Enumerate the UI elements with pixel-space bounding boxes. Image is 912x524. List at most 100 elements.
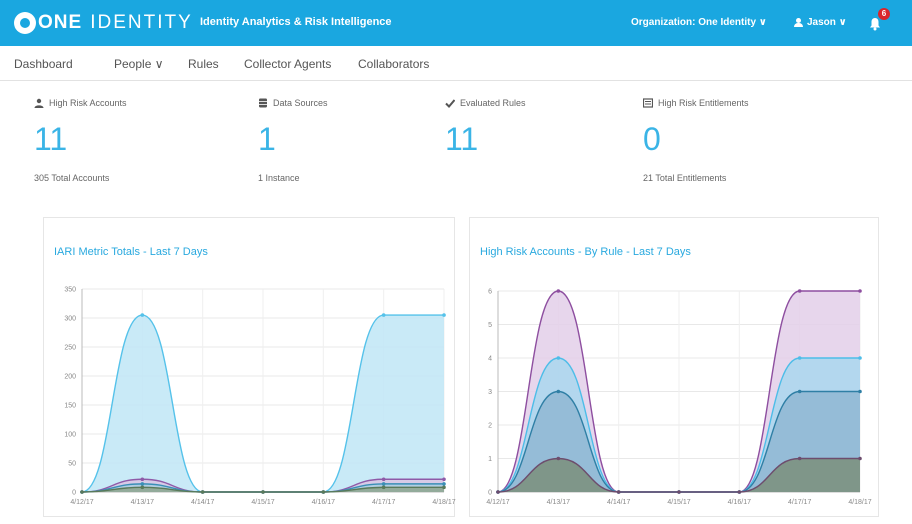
x-tick-label: 4/14/17: [607, 499, 630, 506]
data-point: [442, 313, 446, 317]
data-point: [442, 485, 446, 490]
user-menu[interactable]: Jason ∨: [794, 17, 847, 28]
data-point: [858, 389, 862, 394]
x-tick-label: 4/15/17: [251, 499, 274, 506]
data-point: [261, 490, 265, 494]
data-point: [737, 490, 742, 494]
stat-data-sources: Data Sources 1 1 Instance: [258, 96, 438, 183]
x-tick-label: 4/17/17: [372, 499, 395, 506]
stat-subtext: 21 Total Entitlements: [643, 173, 727, 183]
data-point: [858, 456, 862, 461]
stat-value: 11: [34, 121, 68, 157]
y-tick-label: 250: [64, 345, 76, 352]
nav-people[interactable]: People ∨: [114, 57, 163, 71]
data-point: [677, 490, 681, 494]
high-risk-accounts-by-rule-chart: 0 1 2 3 4 5 6 4/12/17 4/13/17 4/14/17 4/15/17 4/16/…: [486, 289, 871, 507]
y-tick-label: 150: [64, 403, 76, 410]
y-tick-label: 100: [64, 432, 76, 439]
top-header-bar: ONE IDENTITY Identity Analytics & Risk I…: [0, 0, 912, 46]
data-point: [200, 490, 205, 494]
data-point: [797, 389, 802, 394]
stat-evaluated-rules: Evaluated Rules 11: [445, 96, 625, 173]
stat-subtext: 1 Instance: [258, 173, 300, 183]
data-point: [381, 313, 386, 317]
one-identity-logo[interactable]: ONE IDENTITY: [14, 11, 193, 35]
data-point: [496, 490, 500, 494]
high-risk-accounts-by-rule-panel: High Risk Accounts - By Rule - Last 7 Da…: [469, 217, 879, 517]
data-point: [858, 289, 862, 293]
data-point: [321, 490, 326, 494]
x-tick-label: 4/17/17: [788, 499, 811, 506]
stat-subtext: 305 Total Accounts: [34, 173, 110, 183]
x-tick-label: 4/12/17: [486, 499, 509, 506]
list-icon: [643, 98, 653, 108]
data-point: [140, 482, 145, 486]
y-tick-label: 2: [488, 423, 492, 430]
data-point: [797, 456, 802, 461]
nav-collector-agents[interactable]: Collector Agents: [244, 57, 331, 71]
data-point: [797, 289, 802, 293]
data-point: [858, 356, 862, 360]
logo-mark-icon: [14, 12, 36, 34]
data-point: [381, 482, 386, 486]
y-tick-label: 350: [64, 287, 76, 294]
x-tick-label: 4/16/17: [728, 499, 751, 506]
x-tick-label: 4/18/17: [848, 499, 871, 506]
y-tick-label: 3: [488, 389, 492, 396]
stat-high-risk-accounts: High Risk Accounts 11 305 Total Accounts: [34, 96, 214, 183]
data-point: [556, 356, 561, 360]
app-title: Identity Analytics & Risk Intelligence: [200, 16, 392, 28]
y-tick-label: 50: [68, 461, 76, 468]
data-point: [556, 456, 561, 461]
data-point: [80, 490, 84, 494]
data-point: [556, 289, 561, 293]
x-tick-label: 4/15/17: [667, 499, 690, 506]
x-tick-label: 4/13/17: [547, 499, 570, 506]
main-nav: Dashboard People ∨ Rules Collector Agent…: [0, 46, 912, 81]
data-point: [140, 485, 145, 490]
user-icon: [34, 98, 44, 108]
y-tick-label: 4: [488, 356, 492, 363]
data-point: [140, 313, 145, 317]
stat-value: 1: [258, 121, 276, 157]
y-tick-label: 0: [72, 490, 76, 497]
organization-dropdown[interactable]: Organization: One Identity ∨: [631, 17, 767, 28]
x-tick-label: 4/14/17: [191, 499, 214, 506]
data-point: [442, 482, 446, 486]
stat-high-risk-entitlements: High Risk Entitlements 0 21 Total Entitl…: [643, 96, 823, 183]
data-point: [381, 485, 386, 490]
nav-rules[interactable]: Rules: [188, 57, 219, 71]
data-point: [140, 477, 145, 482]
data-point: [797, 356, 802, 360]
x-tick-label: 4/18/17: [432, 499, 455, 506]
data-point: [381, 477, 386, 482]
y-tick-label: 1: [488, 456, 492, 463]
x-tick-label: 4/12/17: [70, 499, 93, 506]
stat-label: High Risk Accounts: [49, 98, 127, 108]
x-tick-label: 4/16/17: [312, 499, 335, 506]
check-icon: [445, 99, 455, 108]
stat-label: Evaluated Rules: [460, 98, 526, 108]
logo-one-text: ONE: [38, 12, 83, 33]
data-point: [556, 389, 561, 394]
user-icon: [794, 18, 803, 27]
data-point: [442, 477, 446, 482]
nav-collaborators[interactable]: Collaborators: [358, 57, 429, 71]
data-point: [616, 490, 621, 494]
notification-badge: 6: [878, 8, 890, 20]
y-tick-label: 5: [488, 322, 492, 329]
user-name: Jason ∨: [807, 17, 847, 28]
logo-identity-text: IDENTITY: [90, 12, 193, 33]
y-tick-label: 300: [64, 316, 76, 323]
stat-label: High Risk Entitlements: [658, 98, 749, 108]
iari-metric-totals-panel: IARI Metric Totals - Last 7 Days 0 50 100 1…: [43, 217, 456, 517]
stat-value: 0: [643, 121, 661, 157]
y-tick-label: 0: [488, 490, 492, 497]
x-tick-label: 4/13/17: [131, 499, 154, 506]
y-tick-label: 6: [488, 289, 492, 296]
database-icon: [259, 98, 267, 108]
stat-value: 11: [445, 121, 479, 157]
iari-metric-totals-chart: 0 50 100 150 200 250 300 350 4/12/17 4/13/17 4/14/…: [64, 287, 455, 507]
y-tick-label: 200: [64, 374, 76, 381]
nav-dashboard[interactable]: Dashboard: [14, 57, 73, 71]
